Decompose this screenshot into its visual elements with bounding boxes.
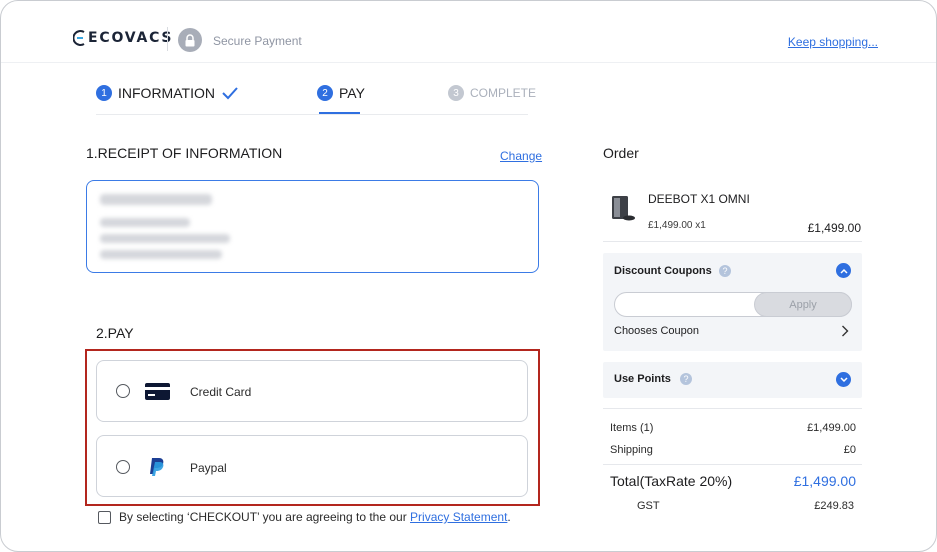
apply-coupon-button[interactable]: Apply <box>754 292 852 317</box>
active-step-indicator <box>319 112 360 114</box>
agreement-suffix: . <box>507 510 511 524</box>
credit-card-option[interactable]: Credit Card <box>96 360 528 422</box>
step-label: INFORMATION <box>118 85 215 101</box>
redacted-text <box>100 218 190 227</box>
credit-card-label: Credit Card <box>190 385 252 399</box>
product-total: £1,499.00 <box>807 221 861 235</box>
step-label: COMPLETE <box>470 86 537 100</box>
step-complete: 3 COMPLETE <box>448 85 536 101</box>
items-label: Items (1) <box>610 422 654 434</box>
pay-title: 2.PAY <box>96 325 134 341</box>
use-points-title: Use Points <box>614 373 671 385</box>
step-pay[interactable]: 2 PAY <box>317 85 365 101</box>
product-name: DEEBOT X1 OMNI <box>648 192 750 206</box>
order-title: Order <box>603 145 639 161</box>
credit-card-radio[interactable] <box>116 384 130 398</box>
ecovacs-logo[interactable]: ECOVACS <box>73 29 173 47</box>
agreement-text: By selecting ‘CHECKOUT’ you are agreeing… <box>119 510 411 524</box>
chevron-down-icon <box>839 376 848 382</box>
gst-label: GST <box>637 500 660 512</box>
paypal-label: Paypal <box>190 461 227 475</box>
help-icon[interactable]: ? <box>719 265 731 277</box>
agreement-row: By selecting ‘CHECKOUT’ you are agreeing… <box>98 510 511 524</box>
keep-shopping-link[interactable]: Keep shopping... <box>788 35 878 49</box>
total-label: Total(TaxRate 20%) <box>610 473 733 489</box>
coupon-code-input[interactable]: Apply <box>614 292 852 317</box>
redacted-text <box>100 234 230 243</box>
step-information[interactable]: 1 INFORMATION <box>96 85 239 101</box>
chevron-right-icon[interactable] <box>841 325 849 337</box>
shipping-row: Shipping £0 <box>610 444 856 456</box>
summary-divider <box>603 408 862 409</box>
product-image <box>608 194 636 222</box>
step-number: 3 <box>448 85 464 101</box>
help-icon[interactable]: ? <box>680 373 692 385</box>
gst-value: £249.83 <box>814 500 854 512</box>
order-divider <box>603 241 862 242</box>
paypal-icon <box>150 458 164 476</box>
header: ECOVACS Secure Payment Keep shopping... <box>1 1 936 63</box>
redacted-text <box>100 194 212 205</box>
collapse-coupons-button[interactable] <box>836 263 851 278</box>
total-row: Total(TaxRate 20%) £1,499.00 <box>610 473 856 489</box>
secure-payment-label: Secure Payment <box>213 34 302 48</box>
total-value: £1,499.00 <box>793 473 856 489</box>
checkout-steps: 1 INFORMATION 2 PAY 3 COMPLETE <box>96 79 536 115</box>
receipt-info-box <box>86 180 539 273</box>
paypal-radio[interactable] <box>116 460 130 474</box>
choose-coupon-link[interactable]: Chooses Coupon <box>614 325 699 337</box>
privacy-statement-link[interactable]: Privacy Statement <box>410 510 507 524</box>
chevron-up-icon <box>839 268 848 274</box>
checkmark-icon <box>222 87 238 100</box>
discount-coupons-panel: Discount Coupons ? Apply Chooses Coupon <box>603 253 862 351</box>
shipping-label: Shipping <box>610 444 653 456</box>
change-link[interactable]: Change <box>500 149 542 163</box>
brand-name: ECOVACS <box>88 30 174 46</box>
paypal-option[interactable]: Paypal <box>96 435 528 497</box>
use-points-panel[interactable]: Use Points ? <box>603 362 862 398</box>
header-divider <box>167 27 168 51</box>
step-number: 1 <box>96 85 112 101</box>
step-label: PAY <box>339 85 365 101</box>
total-divider <box>603 464 862 465</box>
expand-points-button[interactable] <box>836 372 851 387</box>
agreement-checkbox[interactable] <box>98 510 111 524</box>
credit-card-icon <box>145 383 170 400</box>
shipping-value: £0 <box>843 444 856 456</box>
items-value: £1,499.00 <box>807 422 856 434</box>
ecovacs-logo-mark-icon <box>73 30 85 46</box>
redacted-text <box>100 250 222 259</box>
product-unit-price: £1,499.00 x1 <box>648 220 706 231</box>
receipt-title: 1.RECEIPT OF INFORMATION <box>86 145 283 161</box>
items-row: Items (1) £1,499.00 <box>610 422 856 434</box>
step-number: 2 <box>317 85 333 101</box>
checkout-window: ECOVACS Secure Payment Keep shopping... … <box>0 0 937 552</box>
lock-icon <box>178 28 202 52</box>
discount-coupons-title: Discount Coupons <box>614 265 712 277</box>
